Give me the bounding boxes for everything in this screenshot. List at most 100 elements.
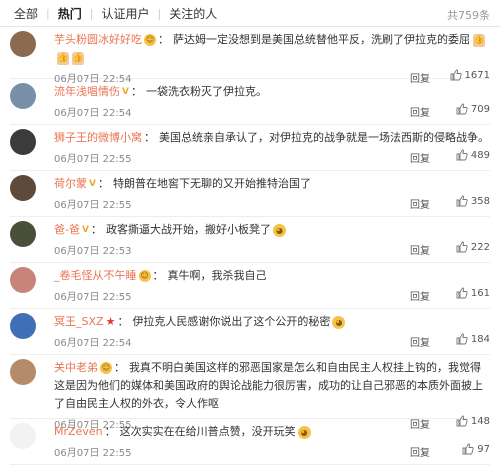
avatar[interactable] [10,175,36,201]
like-button[interactable]: 358 [456,195,490,207]
comment-timestamp: 06月07日 22:55 [54,154,132,165]
comment-meta: 06月07日 22:53 回复 222 [54,240,490,258]
like-button[interactable]: 184 [456,333,490,345]
comment-text: 一袋洗衣粉灭了伊拉克。 [145,85,267,98]
thumbs-up-emoji-icon: 👍 [473,33,485,47]
comment-username[interactable]: 荷尔蒙 [54,177,87,190]
comment-item: _卷毛怪从不午睡 ☺：真牛啊，我杀我自己 06月07日 22:55 回复 161 [10,263,490,309]
comment-item: 芋头粉圆冰好好吃 ☺：萨达姆一定没想到是美国总统替他平反，洗刷了伊拉克的委屈 👍👍 👍… [10,27,490,85]
thumbs-up-icon [462,443,474,455]
member-face-icon: ☺ [138,270,151,282]
comment-body: 冥王_SXZ ★：伊拉克人民感谢你说出了这个公开的秘密 ◕ [54,313,490,331]
reply-button[interactable]: 回复 [410,104,430,119]
avatar-image [10,83,36,109]
comment-username[interactable]: 芋头粉圆冰好好吃 [54,33,142,46]
like-button[interactable]: 161 [456,287,490,299]
like-count: 489 [470,149,490,161]
reply-button[interactable]: 回复 [410,196,430,211]
colon-separator: ： [114,361,125,374]
comment-body: MrZeven：这次实实在在给川普点赞，没开玩笑 ◕ [54,423,490,441]
avatar[interactable] [10,313,36,339]
comment-total-count: 共759条 [447,9,490,22]
comment-text: 美国总统亲自承认了，对伊拉克的战争就是一场法西斯的侵略战争。 [159,131,489,144]
smiling-face-emoji-icon: ◕ [332,315,346,329]
thumbs-up-icon [456,287,468,299]
like-count: 709 [470,103,490,115]
comment-body: 荷尔蒙 V：特朗普在地窖下无聊的又开始推特治国了 [54,175,490,193]
comment-body: 爸-爸 V：政客撕逼大战开始，搬好小板凳了 ◕ [54,221,490,239]
colon-separator: ： [152,269,164,282]
reply-button[interactable]: 回复 [410,242,430,257]
comment-body: 关中老弟 ☺：我真不明白美国这样的邪恶国家是怎么和自由民主人权挂上钩的，我觉得这是… [54,359,490,413]
comment-timestamp: 06月07日 22:55 [54,448,132,459]
reply-button[interactable]: 回复 [410,444,430,459]
vip-icon: V [122,87,129,97]
comment-username[interactable]: 冥王_SXZ [54,315,104,328]
comment-body: 流年浅唱情伤 V：一袋洗衣粉灭了伊拉克。 [54,83,490,101]
like-button[interactable]: 489 [456,149,490,161]
comment-text: 萨达姆一定没想到是美国总统替他平反，洗刷了伊拉克的委屈 [173,33,470,46]
thumbs-up-emoji-icon: 👍 [72,51,84,65]
reply-button[interactable]: 回复 [410,288,430,303]
avatar-image [10,267,36,293]
comment-text: 真牛啊，我杀我自己 [167,269,267,282]
comment-username[interactable]: MrZeven [54,425,103,438]
thumbs-up-icon [456,103,468,115]
comment-meta: 06月07日 22:55 回复 358 [54,194,490,212]
comment-body: 芋头粉圆冰好好吃 ☺：萨达姆一定没想到是美国总统替他平反，洗刷了伊拉克的委屈 👍👍 👍 [54,31,490,67]
vip-icon: V [89,179,96,189]
reply-button[interactable]: 回复 [410,334,430,349]
like-count: 161 [470,287,490,299]
comment-item: MrZeven：这次实实在在给川普点赞，没开玩笑 ◕ 06月07日 22:55 回复 9… [10,419,490,465]
like-button[interactable]: 97 [462,443,490,455]
avatar[interactable] [10,267,36,293]
comment-username[interactable]: 关中老弟 [54,361,98,374]
avatar[interactable] [10,423,36,449]
comment-username[interactable]: _卷毛怪从不午睡 [54,269,137,282]
tab-hot[interactable]: 热门 [58,5,82,22]
tab-following[interactable]: 关注的人 [169,5,217,22]
avatar-image [10,221,36,247]
colon-separator: ： [104,425,116,438]
member-face-icon: ☺ [144,34,156,46]
avatar[interactable] [10,221,36,247]
thumbs-up-icon [456,241,468,253]
comment-item: 流年浅唱情伤 V：一袋洗衣粉灭了伊拉克。 06月07日 22:54 回复 709 [10,79,490,125]
comment-meta: 06月07日 22:55 回复 489 [54,148,490,166]
like-button[interactable]: 222 [456,241,490,253]
thumbs-up-emoji-icon: 👍 [57,51,69,65]
tab-all[interactable]: 全部 [14,5,38,22]
member-face-icon: ☺ [100,362,112,374]
comment-body: 狮子王的微博小窝： 美国总统亲自承认了，对伊拉克的战争就是一场法西斯的侵略战争。 [54,129,490,147]
colon-separator: ： [117,315,129,328]
avatar[interactable] [10,129,36,155]
comment-meta: 06月07日 22:55 回复 97 [54,442,490,460]
like-count: 184 [470,333,490,345]
comment-text: 这次实实在在给川普点赞，没开玩笑 [119,425,296,438]
comment-timestamp: 06月07日 22:55 [54,292,132,303]
avatar-image [10,175,36,201]
comment-list: 芋头粉圆冰好好吃 ☺：萨达姆一定没想到是美国总统替他平反，洗刷了伊拉克的委屈 👍👍 👍… [0,27,500,465]
star-icon: ★ [105,315,116,328]
comment-timestamp: 06月07日 22:54 [54,108,132,119]
comment-text: 伊拉克人民感谢你说出了这个公开的秘密 [132,315,331,328]
comment-username[interactable]: 爸-爸 [54,223,80,236]
like-button[interactable]: 709 [456,103,490,115]
avatar[interactable] [10,359,36,385]
tab-verified-users[interactable]: 认证用户 [101,5,149,22]
comment-text: 政客撕逼大战开始，搬好小板凳了 [105,223,271,236]
comment-item: 狮子王的微博小窝： 美国总统亲自承认了，对伊拉克的战争就是一场法西斯的侵略战争。 0… [10,125,490,171]
smiling-face-emoji-icon: ◕ [297,425,311,439]
avatar-image [10,313,36,339]
colon-separator: ： [90,223,102,236]
avatar[interactable] [10,83,36,109]
thumbs-up-icon [456,195,468,207]
reply-button[interactable]: 回复 [410,150,430,165]
comment-username[interactable]: 流年浅唱情伤 [54,85,120,98]
tab-separator: | [89,6,94,20]
comment-timestamp: 06月07日 22:55 [54,200,132,211]
like-count: 358 [470,195,490,207]
avatar[interactable] [10,31,36,57]
comment-username[interactable]: 狮子王的微博小窝 [54,131,142,144]
avatar-image [10,423,36,449]
